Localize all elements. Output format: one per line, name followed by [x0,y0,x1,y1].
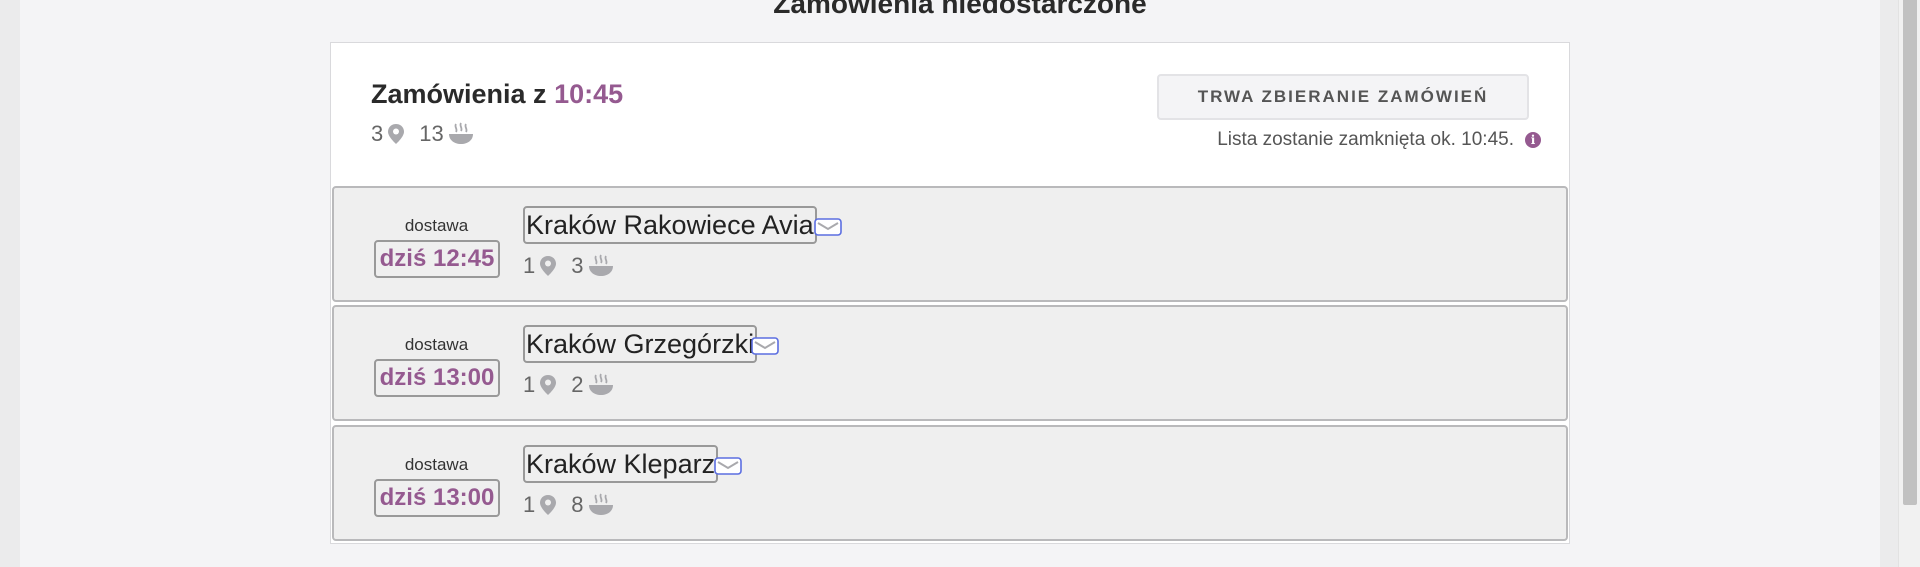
soup-bowl-icon [448,122,474,146]
route-meals-count: 8 [571,492,584,517]
batch-title-prefix: Zamówienia z [371,79,547,109]
list-closing-note: Lista zostanie zamknięta ok. 10:45. [1217,129,1514,150]
order-batch-card: Zamówienia z 10:45 3 13 TRWA ZBIERANIE Z… [330,42,1570,544]
soup-bowl-icon [588,373,614,397]
scrollbar-thumb[interactable] [1903,0,1917,505]
route-delivery-time: dziś 13:00 [374,359,500,397]
soup-bowl-icon [588,254,614,278]
envelope-icon[interactable] [714,457,742,475]
map-pin-icon [539,494,557,516]
route-row[interactable]: dostawa dziś 12:45 Kraków Rakowiece Avia… [332,186,1568,302]
batch-locations-count: 3 [371,121,384,146]
map-pin-icon [387,123,405,145]
route-name[interactable]: Kraków Rakowiece Avia [523,206,817,244]
info-circle-icon[interactable]: i [1525,132,1541,148]
soup-bowl-icon [588,493,614,517]
page-title: Zamówienia niedostarczone [773,0,1147,19]
batch-time: 10:45 [554,79,624,109]
order-collection-status-button[interactable]: TRWA ZBIERANIE ZAMÓWIEŃ [1157,74,1529,120]
route-meals-count: 2 [571,372,584,397]
route-type-label: dostawa [404,455,469,474]
envelope-icon[interactable] [751,337,779,355]
envelope-icon[interactable] [814,218,842,236]
route-meals-count: 3 [571,253,584,278]
batch-title: Zamówienia z 10:45 [371,79,623,110]
map-pin-icon [539,374,557,396]
route-row[interactable]: dostawa dziś 13:00 Kraków Kleparz 1 8 [332,425,1568,541]
map-pin-icon [539,255,557,277]
route-delivery-time: dziś 12:45 [374,240,500,278]
batch-counts: 3 13 [371,121,474,147]
route-name[interactable]: Kraków Kleparz [523,445,719,483]
batch-header: Zamówienia z 10:45 3 13 TRWA ZBIERANIE Z… [331,43,1569,187]
route-locations-count: 1 [523,492,536,517]
route-counts: 1 8 [523,492,614,518]
route-delivery-time: dziś 13:00 [374,479,500,517]
route-type-label: dostawa [404,216,469,235]
route-row[interactable]: dostawa dziś 13:00 Kraków Grzegórzki 1 2 [332,305,1568,421]
route-locations-count: 1 [523,372,536,397]
route-counts: 1 3 [523,253,614,279]
batch-meals-count: 13 [419,121,444,146]
route-counts: 1 2 [523,372,614,398]
route-type-label: dostawa [404,335,469,354]
route-locations-count: 1 [523,253,536,278]
route-name[interactable]: Kraków Grzegórzki [523,325,758,363]
